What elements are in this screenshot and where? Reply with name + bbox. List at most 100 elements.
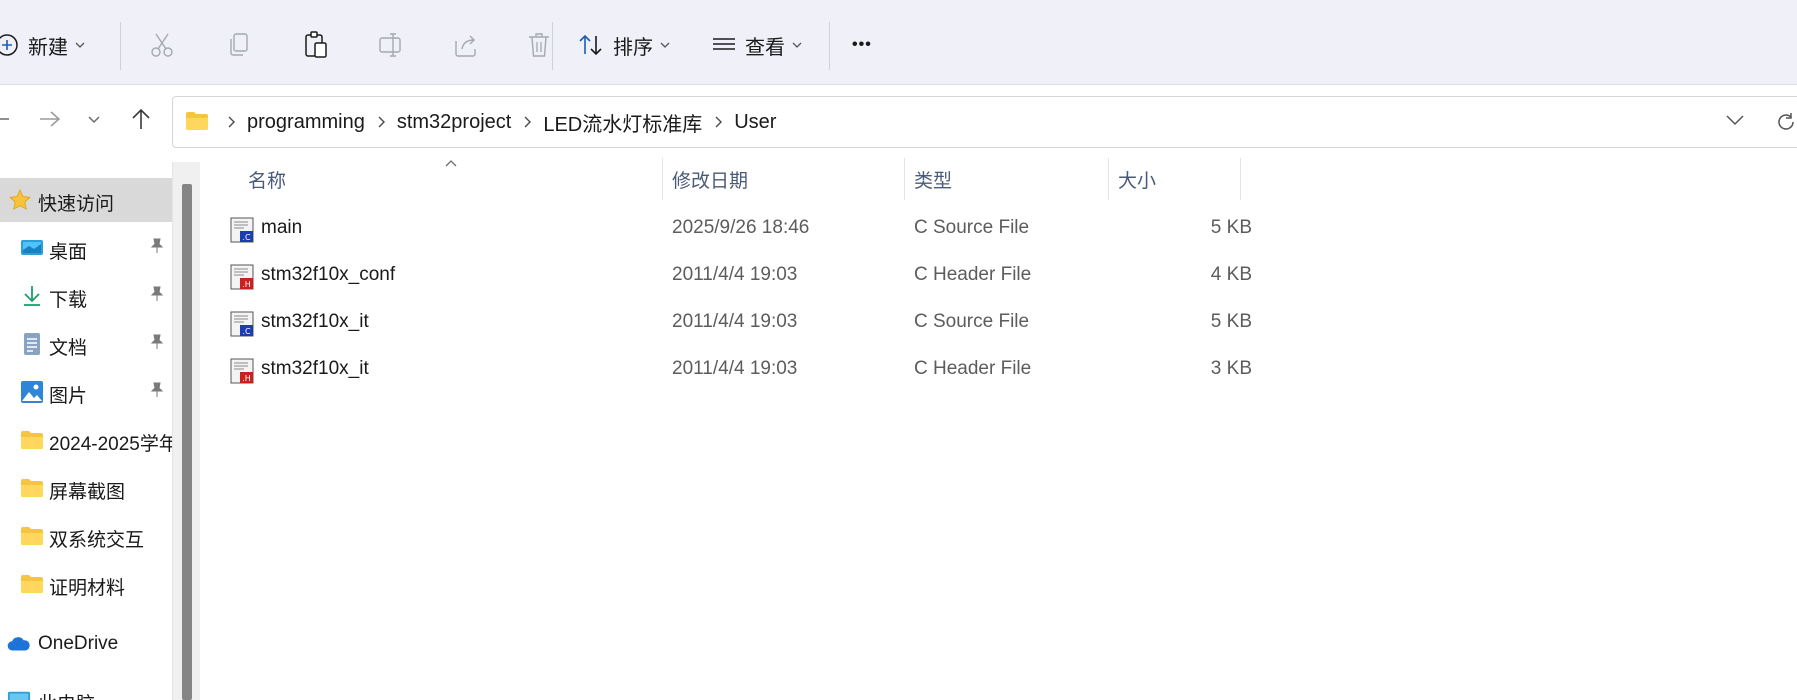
svg-text:.C: .C xyxy=(242,327,251,336)
c-source-file-icon: .C xyxy=(230,217,254,243)
column-header-name[interactable]: 名称 xyxy=(248,160,286,198)
pictures-icon xyxy=(20,380,44,404)
view-button[interactable]: 查看 xyxy=(711,22,803,68)
arrow-up-icon xyxy=(129,107,153,136)
desktop-icon xyxy=(20,236,44,260)
pin-icon xyxy=(150,334,164,356)
file-size: 3 KB xyxy=(1210,358,1252,379)
column-header-type[interactable]: 类型 xyxy=(914,160,952,198)
share-icon xyxy=(452,31,480,59)
file-list: 名称 修改日期 类型 大小 .C main 2025/9/26 18:46 C … xyxy=(200,150,1797,700)
folder-icon xyxy=(20,476,44,500)
breadcrumb: programming stm32project LED流水灯标准库 User xyxy=(215,97,776,147)
folder-icon xyxy=(20,428,44,452)
file-name: stm32f10x_it xyxy=(261,311,369,332)
copy-button[interactable] xyxy=(226,22,252,68)
c-header-file-icon: .H xyxy=(230,358,254,384)
file-row[interactable]: .C main 2025/9/26 18:46 C Source File 5 … xyxy=(224,205,1444,252)
sidebar-item-label: 2024-2025学年 xyxy=(49,434,172,455)
clipboard-icon xyxy=(302,30,330,60)
refresh-icon[interactable] xyxy=(1775,111,1797,138)
column-header-size[interactable]: 大小 xyxy=(1118,160,1156,198)
scrollbar-thumb[interactable] xyxy=(182,184,192,700)
forward-button[interactable] xyxy=(36,101,64,141)
sidebar-item-quick-access[interactable]: 快速访问 xyxy=(0,178,172,222)
column-divider[interactable] xyxy=(1240,158,1241,200)
column-divider[interactable] xyxy=(1108,158,1109,200)
sidebar-item-label: 图片 xyxy=(49,386,88,407)
sort-arrows-icon xyxy=(577,32,605,58)
file-row[interactable]: .H stm32f10x_it 2011/4/4 19:03 C Header … xyxy=(224,346,1444,393)
column-divider[interactable] xyxy=(662,158,663,200)
sidebar-item-documents[interactable]: 文档 xyxy=(0,322,172,366)
file-row[interactable]: .C stm32f10x_it 2011/4/4 19:03 C Source … xyxy=(224,299,1444,346)
sidebar-item-folder-2024-2025[interactable]: 2024-2025学年 xyxy=(0,418,172,462)
file-row[interactable]: .H stm32f10x_conf 2011/4/4 19:03 C Heade… xyxy=(224,252,1444,299)
file-name: main xyxy=(261,217,303,238)
breadcrumb-programming[interactable]: programming xyxy=(247,111,365,134)
svg-text:.C: .C xyxy=(242,233,251,242)
sidebar-item-label: 下载 xyxy=(49,290,88,311)
trash-icon xyxy=(526,31,552,59)
sidebar-item-label: 快速访问 xyxy=(38,194,115,215)
scissors-icon xyxy=(149,31,175,59)
folder-icon xyxy=(185,111,209,136)
sidebar-item-pictures[interactable]: 图片 xyxy=(0,370,172,414)
breadcrumb-led-library[interactable]: LED流水灯标准库 xyxy=(543,108,702,137)
sidebar-item-desktop[interactable]: 桌面 xyxy=(0,226,172,270)
sidebar-item-folder-screenshots[interactable]: 屏幕截图 xyxy=(0,466,172,510)
delete-button[interactable] xyxy=(526,22,552,68)
folder-icon xyxy=(20,524,44,548)
toolbar-separator xyxy=(829,22,830,70)
address-bar[interactable]: programming stm32project LED流水灯标准库 User xyxy=(172,96,1797,148)
file-size: 5 KB xyxy=(1210,311,1252,332)
sidebar-item-onedrive[interactable]: OneDrive xyxy=(0,622,172,666)
file-size: 4 KB xyxy=(1210,264,1252,285)
sidebar-scrollbar[interactable] xyxy=(172,162,200,700)
file-date: 2025/9/26 18:46 xyxy=(672,217,810,238)
new-button[interactable]: 新建 xyxy=(0,22,86,68)
sort-button[interactable]: 排序 xyxy=(577,22,671,68)
paste-button[interactable] xyxy=(302,22,330,68)
chevron-down-icon xyxy=(659,39,671,51)
sidebar-item-folder-certificates[interactable]: 证明材料 xyxy=(0,562,172,606)
c-header-file-icon: .H xyxy=(230,264,254,290)
pin-icon xyxy=(150,382,164,404)
sidebar-item-folder-dual-system[interactable]: 双系统交互 xyxy=(0,514,172,558)
breadcrumb-user[interactable]: User xyxy=(734,111,776,134)
c-source-file-icon: .C xyxy=(230,311,254,337)
address-history-button[interactable] xyxy=(1725,113,1745,132)
more-options-button[interactable]: ••• xyxy=(852,22,872,68)
cut-button[interactable] xyxy=(149,22,175,68)
svg-text:.H: .H xyxy=(242,374,251,383)
sidebar-item-label: OneDrive xyxy=(38,633,119,654)
column-header-date[interactable]: 修改日期 xyxy=(672,160,748,198)
plus-circle-icon xyxy=(0,32,20,58)
breadcrumb-stm32project[interactable]: stm32project xyxy=(397,111,512,134)
chevron-right-icon xyxy=(714,116,723,128)
recent-locations-button[interactable] xyxy=(84,101,104,141)
copy-icon xyxy=(226,31,252,59)
chevron-down-icon xyxy=(74,39,86,51)
sidebar-item-label: 屏幕截图 xyxy=(49,482,126,503)
pin-icon xyxy=(150,238,164,260)
column-divider[interactable] xyxy=(904,158,905,200)
file-name: stm32f10x_conf xyxy=(261,264,396,285)
chevron-down-icon xyxy=(87,112,101,130)
sort-ascending-icon xyxy=(444,156,458,174)
arrow-left-icon xyxy=(0,109,11,134)
rename-button[interactable] xyxy=(377,22,405,68)
list-view-icon xyxy=(711,34,737,56)
share-button[interactable] xyxy=(452,22,480,68)
file-type: C Header File xyxy=(914,264,1032,285)
arrow-right-icon xyxy=(38,109,62,134)
sidebar-item-downloads[interactable]: 下载 xyxy=(0,274,172,318)
chevron-right-icon xyxy=(377,116,385,128)
sidebar-item-this-pc[interactable]: 此电脑 xyxy=(0,678,172,700)
file-type: C Header File xyxy=(914,358,1032,379)
view-button-label: 查看 xyxy=(745,36,785,59)
toolbar-separator xyxy=(552,22,553,70)
up-button[interactable] xyxy=(126,101,156,141)
back-button[interactable] xyxy=(0,101,14,141)
chevron-down-icon xyxy=(791,39,803,51)
